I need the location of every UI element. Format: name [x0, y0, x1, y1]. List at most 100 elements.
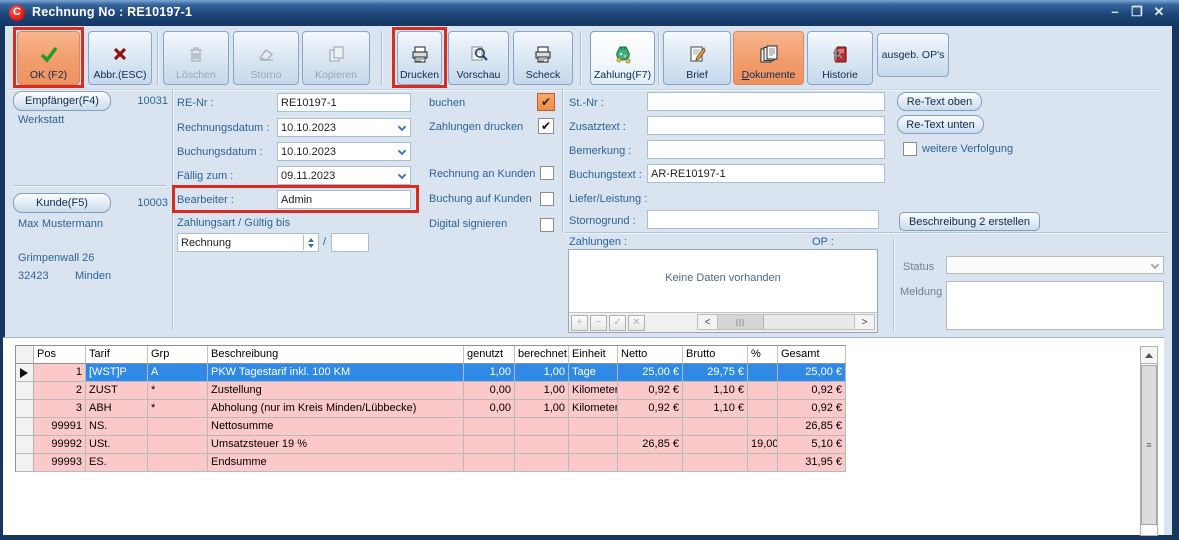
- table-cell: [569, 418, 618, 436]
- customer-button[interactable]: Kunde(F5): [13, 193, 111, 213]
- payments-hscrollbar[interactable]: < ||| >: [697, 314, 875, 330]
- further-tracking-checkbox[interactable]: [903, 142, 917, 156]
- confirm-payment-button[interactable]: ✓: [609, 315, 626, 331]
- column-header[interactable]: %: [748, 346, 778, 364]
- row-indicator: [16, 418, 34, 436]
- scroll-left-button[interactable]: <: [698, 315, 718, 329]
- table-row[interactable]: 3ABH*Abholung (nur im Kreis Minden/Lübbe…: [16, 400, 846, 418]
- close-button[interactable]: ✕: [1150, 4, 1168, 20]
- table-cell: 0,92 €: [618, 400, 683, 418]
- print-button[interactable]: Drucken: [397, 31, 442, 85]
- scroll-up-button[interactable]: [1141, 347, 1157, 364]
- table-cell: [618, 454, 683, 472]
- column-header[interactable]: Brutto: [683, 346, 748, 364]
- table-row[interactable]: 99991NS.Nettosumme26,85 €: [16, 418, 846, 436]
- minimize-button[interactable]: –: [1106, 4, 1124, 19]
- app-icon: C: [9, 5, 25, 21]
- history-button[interactable]: Historie: [807, 31, 873, 85]
- due-date-combo[interactable]: 09.11.2023: [277, 166, 411, 185]
- status-combo[interactable]: [946, 256, 1164, 274]
- table-row[interactable]: 99992USt.Umsatzsteuer 19 %26,85 €19,005,…: [16, 436, 846, 454]
- table-row[interactable]: 2ZUST*Zustellung0,001,00Kilometer0,92 €1…: [16, 382, 846, 400]
- digital-sign-checkbox[interactable]: [540, 218, 554, 232]
- row-indicator: [16, 364, 34, 382]
- table-cell: 0,92 €: [618, 382, 683, 400]
- left-panel-divider: [13, 185, 166, 187]
- table-cell: ABH: [86, 400, 148, 418]
- toolbar-separator: [381, 31, 383, 85]
- letter-button[interactable]: Brief: [663, 31, 731, 85]
- table-vscrollbar[interactable]: ≡: [1140, 346, 1158, 536]
- status-label: Status: [903, 261, 934, 273]
- spinner-icon[interactable]: [303, 235, 317, 250]
- table-cell: 5,10 €: [778, 436, 846, 454]
- book-checkbox[interactable]: ✔: [537, 93, 555, 111]
- cancel-reason-input[interactable]: [647, 210, 879, 229]
- table-cell: 99991: [34, 418, 86, 436]
- invoice-to-customer-checkbox[interactable]: [540, 166, 554, 180]
- ok-button[interactable]: OK (F2): [17, 31, 80, 85]
- table-cell: [618, 418, 683, 436]
- scroll-right-button[interactable]: >: [854, 315, 874, 329]
- column-header[interactable]: berechnet: [515, 346, 569, 364]
- payment-type-combo[interactable]: Rechnung: [177, 233, 319, 252]
- column-header[interactable]: Netto: [618, 346, 683, 364]
- invoice-date-combo[interactable]: 10.10.2023: [277, 118, 411, 137]
- cancel-button[interactable]: Abbr.(ESC): [88, 31, 152, 85]
- table-cell: [569, 436, 618, 454]
- editor-input[interactable]: [277, 190, 411, 209]
- table-cell: 1,00: [515, 382, 569, 400]
- toolbar-separator: [580, 31, 582, 85]
- table-cell: PKW Tagestarif inkl. 100 KM: [208, 364, 464, 382]
- booking-to-customer-checkbox[interactable]: [540, 192, 554, 206]
- column-header[interactable]: Beschreibung: [208, 346, 464, 364]
- payments-empty-text: Keine Daten vorhanden: [569, 272, 877, 284]
- book-checkbox-label: buchen: [429, 97, 465, 109]
- valid-until-input[interactable]: [331, 233, 369, 252]
- booking-text-input[interactable]: [647, 164, 885, 183]
- preview-button[interactable]: Vorschau: [448, 31, 509, 85]
- column-header[interactable]: Tarif: [86, 346, 148, 364]
- message-textarea[interactable]: [946, 281, 1164, 330]
- re-nr-input[interactable]: [277, 93, 411, 112]
- payment-button[interactable]: Zahlung(F7): [590, 31, 655, 85]
- table-row[interactable]: 1[WST]PAPKW Tagestarif inkl. 100 KM1,001…: [16, 364, 846, 382]
- titlebar: C Rechnung No : RE10197-1 – ❐ ✕: [0, 0, 1179, 26]
- copy-button[interactable]: Kopieren: [302, 31, 370, 85]
- delete-button[interactable]: Löschen: [163, 31, 229, 85]
- print-payments-checkbox[interactable]: ✔: [538, 118, 554, 134]
- eraser-icon: [257, 41, 275, 67]
- column-header[interactable]: Gesamt: [778, 346, 846, 364]
- re-text-bottom-button[interactable]: Re-Text unten: [897, 115, 984, 134]
- booking-date-combo[interactable]: 10.10.2023: [277, 142, 411, 161]
- open-items-button[interactable]: ausgeb. OP's: [877, 33, 949, 77]
- recipient-button[interactable]: Empfänger(F4): [13, 91, 111, 111]
- scheck-button[interactable]: Scheck: [513, 31, 573, 85]
- column-header[interactable]: genutzt: [464, 346, 515, 364]
- column-header[interactable]: Pos: [34, 346, 86, 364]
- storno-button[interactable]: Storno: [233, 31, 299, 85]
- column-header[interactable]: Grp: [148, 346, 208, 364]
- create-description2-button[interactable]: Beschreibung 2 erstellen: [899, 212, 1040, 231]
- documents-button[interactable]: Dokumente: [733, 31, 804, 85]
- column-header[interactable]: Einheit: [569, 346, 618, 364]
- add-payment-button[interactable]: +: [571, 315, 588, 331]
- printer-icon: [534, 41, 552, 67]
- remark-input[interactable]: [647, 140, 885, 159]
- cancel-payment-button[interactable]: ✕: [628, 315, 645, 331]
- chevron-down-icon: [398, 147, 406, 155]
- re-text-top-button[interactable]: Re-Text oben: [897, 92, 982, 111]
- customer-zip: 32423: [18, 270, 49, 282]
- additional-text-input[interactable]: [647, 116, 885, 135]
- op-label: OP :: [812, 236, 834, 248]
- remove-payment-button[interactable]: −: [590, 315, 607, 331]
- table-cell: 1,00: [515, 400, 569, 418]
- maximize-button[interactable]: ❐: [1128, 4, 1146, 20]
- hscroll-thumb[interactable]: |||: [718, 315, 764, 329]
- payments-label: Zahlungen :: [569, 236, 627, 248]
- vscroll-thumb[interactable]: ≡: [1141, 365, 1157, 525]
- tax-number-input[interactable]: [647, 92, 885, 111]
- documents-icon: [759, 41, 779, 67]
- print-payments-checkbox-label: Zahlungen drucken: [429, 121, 523, 133]
- table-row[interactable]: 99993ES.Endsumme31,95 €: [16, 454, 846, 472]
